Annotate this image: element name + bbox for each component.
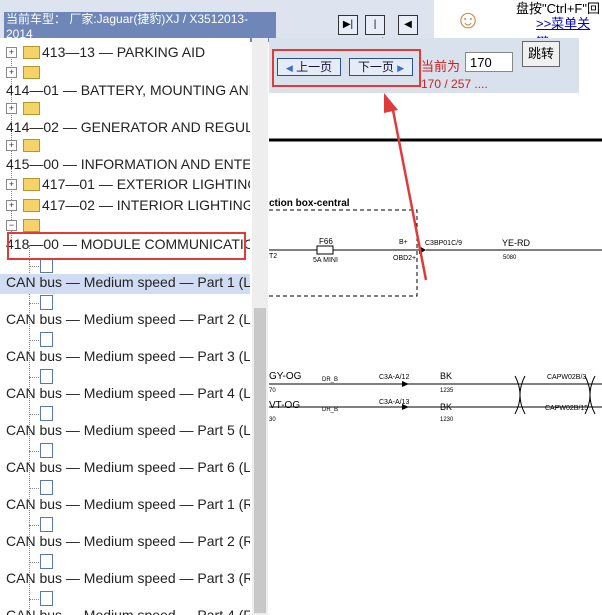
document-icon: [40, 332, 53, 347]
fuse-symbol: [316, 245, 334, 255]
row2-dr-label: DR_B: [322, 377, 338, 383]
tree-guide-line: [29, 525, 39, 526]
tree-item-label: CAN bus — Medium speed — Part 5 (L: [6, 422, 250, 438]
nav-prev-button[interactable]: ◀: [398, 15, 418, 35]
tree-item-label: 413—13 — PARKING AID: [42, 44, 206, 60]
expand-icon[interactable]: +: [6, 67, 17, 78]
tree-item-label: 417—02 — INTERIOR LIGHTING: [42, 197, 250, 213]
tree-guide-line: [29, 488, 39, 489]
fuse-rating: 5A MINI: [313, 257, 338, 264]
fuse-left-label: T2: [269, 253, 277, 260]
wiring-diagram-panel: ◀ 上一页 下一页 ▶ 当前为 跳转 170 / 257 .... ction …: [269, 38, 602, 615]
top-toolbar: 当前车型： 厂家:Jaguar(捷豹)XJ / X3512013-2014 ▶|…: [0, 0, 602, 50]
row2-connector: C3A-A/12: [379, 374, 409, 381]
folder-open-icon: [23, 219, 40, 232]
tree-item-label: CAN bus — Medium speed — Part 3 (L: [6, 348, 250, 364]
row3-wire-number: 1230: [440, 417, 454, 423]
tree-guide-line: [29, 451, 39, 452]
tree-item-can-part1-l[interactable]: CAN bus — Medium speed — Part 1 (L: [0, 274, 250, 294]
row2-right-connector: CAPW02B/3: [547, 374, 586, 381]
tree-item-label: CAN bus — Medium speed — Part 2 (L: [6, 311, 250, 327]
wire-color-label: YE-RD: [502, 238, 531, 248]
twist-symbol-left: [519, 375, 526, 415]
tree-scrollbar[interactable]: [252, 38, 268, 615]
row2-wire-color: BK: [440, 371, 452, 381]
row3-dr-label: DR_B: [322, 407, 338, 413]
document-icon: [40, 295, 53, 310]
connector-label: C3BP01C/9: [425, 240, 462, 247]
tree-guide-line: [29, 562, 39, 563]
twist-symbol-right: [589, 375, 596, 415]
row3-left-color: VT-OG: [269, 400, 300, 411]
document-icon: [40, 443, 53, 458]
tree-item-label: CAN bus — Medium speed — Part 3 (R: [6, 570, 250, 586]
collapse-icon[interactable]: −: [6, 220, 17, 231]
wire-number-label: 5080: [503, 255, 517, 261]
document-tree: + 413—13 — PARKING AID + 414—01 — BATTER…: [0, 38, 250, 615]
bplus-label: B+: [399, 239, 408, 246]
twist-symbol-left: [514, 375, 521, 415]
help-banner: ☺ 盘按"Ctrl+F"回 >>菜单关键: [434, 0, 602, 50]
row3-right-connector: CAPW02B/15: [545, 405, 588, 412]
fuse-name: F66: [319, 237, 333, 246]
folder-icon: [23, 178, 40, 191]
tree-guide-line: [29, 266, 39, 267]
tree-guide-line: [29, 377, 39, 378]
highlight-box-tree-item: [7, 232, 246, 260]
document-icon: [40, 369, 53, 384]
tree-guide-line: [29, 599, 39, 600]
tree-guide-line: [29, 414, 39, 415]
wiring-diagram: ction box-central F66 5A MINI T2 B+ OBD2…: [269, 138, 602, 423]
expand-icon[interactable]: +: [6, 200, 17, 211]
row2-arrow: [402, 381, 409, 387]
folder-icon: [23, 66, 40, 79]
row3-left-number: 30: [269, 417, 276, 423]
tree-item-label: CAN bus — Medium speed — Part 2 (R: [6, 533, 250, 549]
expand-icon[interactable]: +: [6, 140, 17, 151]
document-icon: [40, 517, 53, 532]
tree-item-label: CAN bus — Medium speed — Part 1 (R: [6, 496, 250, 512]
scrollbar-thumb[interactable]: [254, 308, 266, 613]
tree-item-label: 414—02 — GENERATOR AND REGULA: [6, 119, 250, 135]
folder-icon: [23, 46, 40, 59]
nav-next-button[interactable]: ▶|: [338, 15, 358, 35]
row2-left-color: GY-OG: [269, 371, 302, 382]
tree-item-label: 415—00 — INFORMATION AND ENTE: [6, 156, 250, 172]
expand-icon[interactable]: +: [6, 179, 17, 190]
nav-expand-button[interactable]: |◀▶|: [365, 15, 385, 48]
tree-item-label: 414—01 — BATTERY, MOUNTING AND: [6, 82, 250, 98]
expand-icon[interactable]: +: [6, 103, 17, 114]
obd-label: OBD2+: [393, 255, 416, 262]
row3-connector: C3A-A/13: [379, 399, 409, 406]
tree-item-label: CAN bus — Medium speed — Part 4 (L: [6, 385, 250, 401]
folder-icon: [23, 139, 40, 152]
mascot-icon: ☺: [454, 4, 482, 34]
document-icon: [40, 554, 53, 569]
document-icon: [40, 480, 53, 495]
junction-box-outline: [269, 209, 418, 297]
folder-icon: [23, 102, 40, 115]
row2-left-number: 70: [269, 388, 276, 394]
tree-item-label: CAN bus — Medium speed — Part 1 (L: [6, 274, 250, 290]
connector-arrow: [419, 246, 426, 254]
folder-icon: [23, 199, 40, 212]
document-icon: [40, 591, 53, 606]
row2-wire-number: 1235: [440, 388, 454, 394]
tree-item-label: CAN bus — Medium speed — Part 4 (R: [6, 607, 250, 615]
document-icon: [40, 406, 53, 421]
expand-icon[interactable]: +: [6, 47, 17, 58]
row3-wire-color: BK: [440, 402, 452, 412]
document-icon: [40, 258, 53, 273]
tree-item-label: CAN bus — Medium speed — Part 6 (L: [6, 459, 250, 475]
tree-guide-line: [29, 303, 39, 304]
tree-guide-line: [29, 340, 39, 341]
tree-item-label: 417—01 — EXTERIOR LIGHTING: [42, 176, 250, 192]
junction-box-label: ction box-central: [269, 198, 350, 209]
